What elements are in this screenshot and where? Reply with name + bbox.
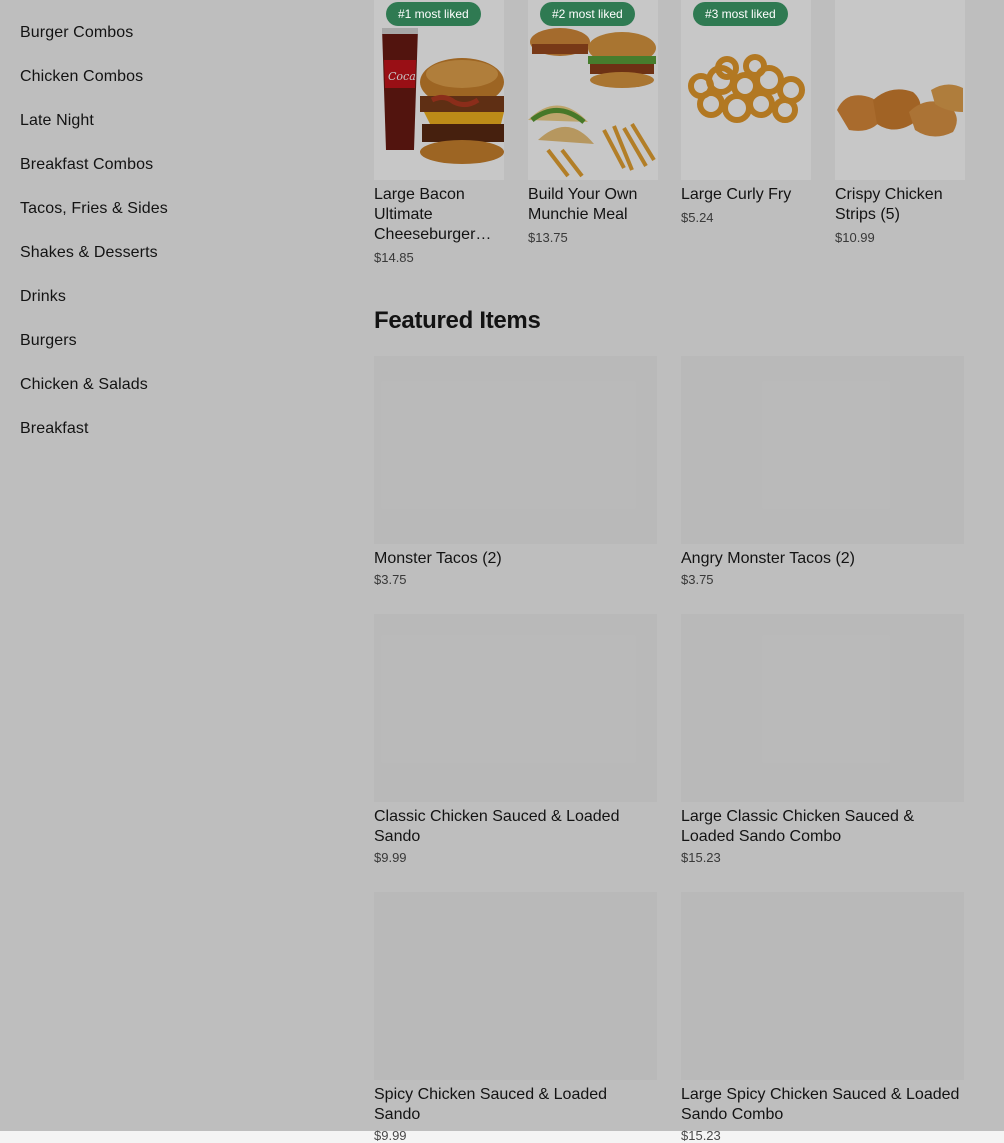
item-name: Classic Chicken Sauced & Loaded Sando (374, 808, 620, 845)
category-shakes-desserts[interactable]: Shakes & Desserts (20, 244, 158, 262)
item-image-placeholder (681, 892, 964, 1080)
item-price: $3.75 (681, 572, 714, 587)
item-price: $13.75 (528, 230, 568, 245)
burger-combo-image: Coca (374, 0, 504, 180)
item-image-placeholder (681, 614, 964, 802)
item-name: Build Your Own Munchie Meal (528, 186, 638, 223)
item-name: Angry Monster Tacos (2) (681, 550, 855, 567)
curly-fry-image (681, 0, 811, 180)
category-drinks[interactable]: Drinks (20, 288, 66, 306)
category-burger-combos[interactable]: Burger Combos (20, 24, 133, 42)
svg-text:Coca: Coca (388, 70, 416, 83)
item-price: $15.23 (681, 850, 721, 865)
category-tacos-fries-sides[interactable]: Tacos, Fries & Sides (20, 200, 168, 218)
item-image-placeholder (374, 892, 657, 1080)
item-price: $10.99 (835, 230, 875, 245)
item-price: $9.99 (374, 1128, 407, 1143)
item-price: $9.99 (374, 850, 407, 865)
item-name: Crispy Chicken Strips (5) (835, 186, 943, 223)
item-name: Large Classic Chicken Sauced & Loaded Sa… (681, 808, 915, 845)
menu-main: Coca #1 most liked Large Bacon Ultimate … (374, 0, 965, 1143)
item-image-placeholder (681, 356, 964, 544)
most-liked-badge: #3 most liked (693, 2, 788, 26)
category-burgers[interactable]: Burgers (20, 332, 77, 350)
category-late-night[interactable]: Late Night (20, 112, 94, 130)
item-price: $3.75 (374, 572, 407, 587)
item-name: Large Bacon Ultimate Cheeseburger Combo (374, 186, 476, 243)
item-name: Spicy Chicken Sauced & Loaded Sando (374, 1086, 608, 1123)
category-breakfast-combos[interactable]: Breakfast Combos (20, 156, 153, 174)
item-image-placeholder (374, 614, 657, 802)
most-liked-badge: #1 most liked (386, 2, 481, 26)
item-price: $14.85 (374, 250, 414, 265)
item-name: Monster Tacos (2) (374, 550, 502, 567)
item-image-placeholder (374, 356, 657, 544)
item-name: Large Curly Fry (681, 186, 792, 203)
category-breakfast[interactable]: Breakfast (20, 420, 89, 438)
chicken-strips-image (835, 0, 965, 180)
item-name: Large Spicy Chicken Sauced & Loaded Sand… (681, 1086, 960, 1123)
category-chicken-salads[interactable]: Chicken & Salads (20, 376, 148, 394)
most-liked-badge: #2 most liked (540, 2, 635, 26)
category-sidebar: Burger Combos Chicken Combos Late Night … (0, 0, 340, 1131)
item-price: $5.24 (681, 210, 714, 225)
category-chicken-combos[interactable]: Chicken Combos (20, 68, 143, 86)
featured-items-heading: Featured Items (374, 307, 541, 334)
munchie-meal-image (528, 0, 658, 180)
item-price: $15.23 (681, 1128, 721, 1143)
